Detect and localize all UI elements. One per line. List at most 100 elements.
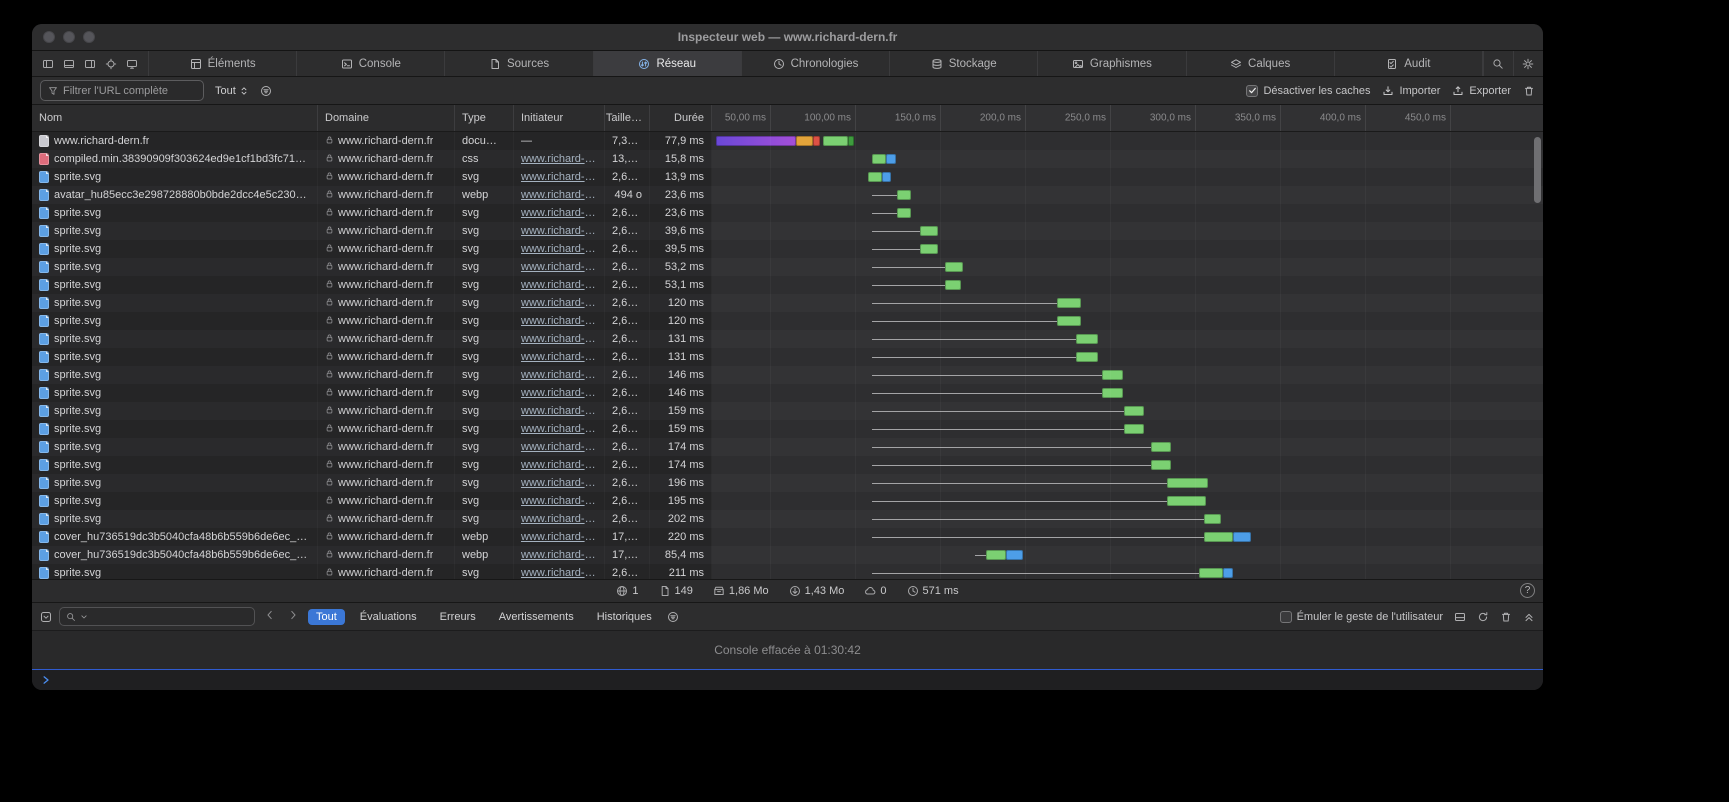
request-initiator[interactable]: www.richard-d… bbox=[514, 258, 605, 276]
inspector-search-button[interactable] bbox=[1483, 51, 1513, 76]
dock-left-icon[interactable] bbox=[42, 58, 54, 70]
vertical-scrollbar[interactable] bbox=[1534, 137, 1541, 203]
initiator-link[interactable]: www.richard-d… bbox=[521, 567, 597, 579]
network-request-row[interactable]: sprite.svgwww.richard-dern.frsvgwww.rich… bbox=[32, 420, 1543, 438]
tab-calques[interactable]: Calques bbox=[1187, 51, 1335, 76]
initiator-link[interactable]: www.richard-d… bbox=[521, 513, 597, 525]
help-button[interactable]: ? bbox=[1520, 583, 1535, 598]
initiator-link[interactable]: www.richard-d… bbox=[521, 207, 597, 219]
console-filter-avertissements[interactable]: Avertissements bbox=[491, 609, 582, 625]
find-previous-button[interactable] bbox=[262, 609, 278, 624]
close-button[interactable] bbox=[43, 31, 55, 43]
network-request-row[interactable]: sprite.svgwww.richard-dern.frsvgwww.rich… bbox=[32, 276, 1543, 294]
request-initiator[interactable]: www.richard-d… bbox=[514, 546, 605, 564]
dock-bottom-icon[interactable] bbox=[63, 58, 75, 70]
request-initiator[interactable]: www.richard-d… bbox=[514, 366, 605, 384]
initiator-link[interactable]: www.richard-d… bbox=[521, 279, 597, 291]
request-initiator[interactable]: www.richard-d… bbox=[514, 276, 605, 294]
initiator-link[interactable]: www.richard-d… bbox=[521, 531, 597, 543]
request-initiator[interactable]: www.richard-d… bbox=[514, 564, 605, 579]
column-header-nom[interactable]: Nom bbox=[32, 105, 318, 131]
clear-network-button[interactable] bbox=[1523, 85, 1535, 97]
network-request-row[interactable]: sprite.svgwww.richard-dern.frsvgwww.rich… bbox=[32, 330, 1543, 348]
network-request-row[interactable]: sprite.svgwww.richard-dern.frsvgwww.rich… bbox=[32, 366, 1543, 384]
request-initiator[interactable]: www.richard-d… bbox=[514, 456, 605, 474]
tab-elements[interactable]: Éléments bbox=[149, 51, 297, 76]
network-request-row[interactable]: sprite.svgwww.richard-dern.frsvgwww.rich… bbox=[32, 240, 1543, 258]
initiator-link[interactable]: www.richard-d… bbox=[521, 333, 597, 345]
emulate-user-gesture-checkbox[interactable]: Émuler le geste de l'utilisateur bbox=[1280, 611, 1443, 623]
network-request-row[interactable]: sprite.svgwww.richard-dern.frsvgwww.rich… bbox=[32, 222, 1543, 240]
initiator-link[interactable]: www.richard-d… bbox=[521, 387, 597, 399]
initiator-link[interactable]: www.richard-d… bbox=[521, 495, 597, 507]
network-request-row[interactable]: sprite.svgwww.richard-dern.frsvgwww.rich… bbox=[32, 438, 1543, 456]
import-button[interactable]: Importer bbox=[1382, 85, 1440, 97]
zoom-button[interactable] bbox=[83, 31, 95, 43]
network-request-row[interactable]: sprite.svgwww.richard-dern.frsvgwww.rich… bbox=[32, 384, 1543, 402]
network-request-row[interactable]: sprite.svgwww.richard-dern.frsvgwww.rich… bbox=[32, 510, 1543, 528]
console-scope-button[interactable] bbox=[40, 611, 52, 623]
network-request-row[interactable]: sprite.svgwww.richard-dern.frsvgwww.rich… bbox=[32, 204, 1543, 222]
initiator-link[interactable]: www.richard-d… bbox=[521, 369, 597, 381]
expand-console-button[interactable] bbox=[1523, 611, 1535, 623]
network-request-row[interactable]: sprite.svgwww.richard-dern.frsvgwww.rich… bbox=[32, 402, 1543, 420]
request-initiator[interactable]: www.richard-d… bbox=[514, 420, 605, 438]
request-initiator[interactable]: www.richard-d… bbox=[514, 204, 605, 222]
network-request-row[interactable]: sprite.svgwww.richard-dern.frsvgwww.rich… bbox=[32, 168, 1543, 186]
initiator-link[interactable]: www.richard-d… bbox=[521, 351, 597, 363]
export-button[interactable]: Exporter bbox=[1452, 85, 1511, 97]
url-filter-input[interactable]: Filtrer l'URL complète bbox=[40, 80, 204, 101]
request-initiator[interactable]: www.richard-d… bbox=[514, 186, 605, 204]
resource-type-dropdown[interactable]: Tout bbox=[213, 85, 251, 97]
tab-reseau[interactable]: Réseau bbox=[594, 51, 742, 76]
inspector-settings-button[interactable] bbox=[1513, 51, 1543, 76]
request-initiator[interactable]: www.richard-d… bbox=[514, 402, 605, 420]
initiator-link[interactable]: www.richard-d… bbox=[521, 315, 597, 327]
console-filter-tout[interactable]: Tout bbox=[308, 609, 345, 625]
initiator-link[interactable]: www.richard-d… bbox=[521, 441, 597, 453]
tab-audit[interactable]: Audit bbox=[1335, 51, 1483, 76]
initiator-link[interactable]: www.richard-d… bbox=[521, 405, 597, 417]
network-request-row[interactable]: avatar_hu85ecc3e298728880b0bde2dcc4e5c23… bbox=[32, 186, 1543, 204]
tab-console[interactable]: Console bbox=[297, 51, 445, 76]
initiator-link[interactable]: www.richard-d… bbox=[521, 459, 597, 471]
request-initiator[interactable]: www.richard-d… bbox=[514, 510, 605, 528]
console-search-input[interactable] bbox=[59, 607, 255, 626]
clear-console-button[interactable] bbox=[1500, 611, 1512, 623]
initiator-link[interactable]: www.richard-d… bbox=[521, 261, 597, 273]
request-initiator[interactable]: www.richard-d… bbox=[514, 330, 605, 348]
request-initiator[interactable]: www.richard-d… bbox=[514, 348, 605, 366]
network-request-row[interactable]: cover_hu736519dc3b5040cfa48b6b559b6de6ec… bbox=[32, 546, 1543, 564]
network-request-row[interactable]: sprite.svgwww.richard-dern.frsvgwww.rich… bbox=[32, 564, 1543, 579]
column-header-initiateur[interactable]: Initiateur bbox=[514, 105, 605, 131]
initiator-link[interactable]: www.richard-d… bbox=[521, 549, 597, 561]
filter-options-button[interactable] bbox=[260, 85, 272, 97]
find-next-button[interactable] bbox=[285, 609, 301, 624]
console-filter-erreurs[interactable]: Erreurs bbox=[432, 609, 484, 625]
tab-stockage[interactable]: Stockage bbox=[890, 51, 1038, 76]
network-request-row[interactable]: sprite.svgwww.richard-dern.frsvgwww.rich… bbox=[32, 312, 1543, 330]
console-drawer-button[interactable] bbox=[1454, 611, 1466, 623]
network-request-row[interactable]: sprite.svgwww.richard-dern.frsvgwww.rich… bbox=[32, 294, 1543, 312]
column-header-duree[interactable]: Durée bbox=[650, 105, 712, 131]
request-initiator[interactable]: www.richard-d… bbox=[514, 222, 605, 240]
tab-graphismes[interactable]: Graphismes bbox=[1038, 51, 1186, 76]
network-request-row[interactable]: sprite.svgwww.richard-dern.frsvgwww.rich… bbox=[32, 258, 1543, 276]
console-prompt[interactable] bbox=[32, 669, 1543, 690]
request-initiator[interactable]: www.richard-d… bbox=[514, 168, 605, 186]
network-request-row[interactable]: sprite.svgwww.richard-dern.frsvgwww.rich… bbox=[32, 456, 1543, 474]
device-icon[interactable] bbox=[126, 58, 138, 70]
console-filter-options-button[interactable] bbox=[667, 611, 679, 623]
console-filter-evaluations[interactable]: Évaluations bbox=[352, 609, 425, 625]
request-initiator[interactable]: www.richard-d… bbox=[514, 528, 605, 546]
initiator-link[interactable]: www.richard-d… bbox=[521, 297, 597, 309]
disable-caches-checkbox[interactable]: Désactiver les caches bbox=[1246, 85, 1370, 97]
network-request-row[interactable]: sprite.svgwww.richard-dern.frsvgwww.rich… bbox=[32, 492, 1543, 510]
request-initiator[interactable]: www.richard-d… bbox=[514, 294, 605, 312]
tab-sources[interactable]: Sources bbox=[445, 51, 593, 76]
request-initiator[interactable]: www.richard-d… bbox=[514, 312, 605, 330]
network-request-row[interactable]: www.richard-dern.frwww.richard-dern.frdo… bbox=[32, 132, 1543, 150]
network-request-row[interactable]: sprite.svgwww.richard-dern.frsvgwww.rich… bbox=[32, 474, 1543, 492]
request-initiator[interactable]: www.richard-d… bbox=[514, 438, 605, 456]
request-initiator[interactable]: www.richard-d… bbox=[514, 240, 605, 258]
